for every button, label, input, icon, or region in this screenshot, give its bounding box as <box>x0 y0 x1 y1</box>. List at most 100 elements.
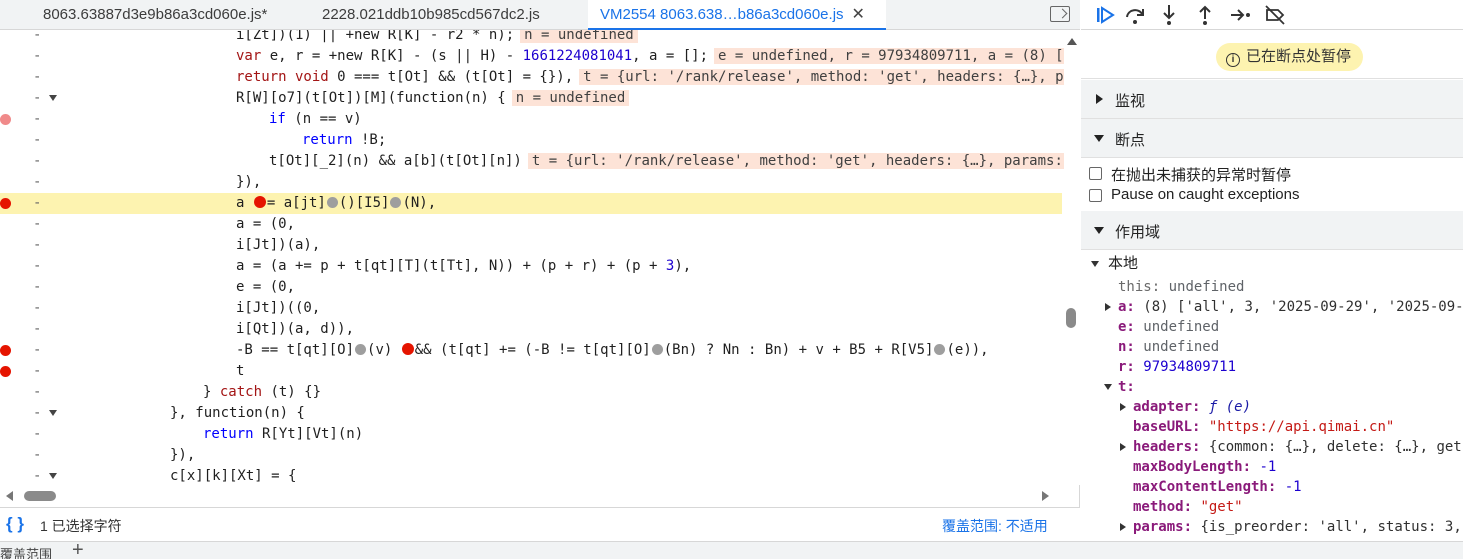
editor-status-bar: { } 1 已选择字符 覆盖范围: 不适用 <box>0 507 1080 541</box>
code-line: - } catch (t) {} <box>0 382 1062 403</box>
code-text: if (n == v) <box>269 111 362 127</box>
inline-breakpoint-icon[interactable] <box>401 343 414 355</box>
code-text: R[W][o7](t[Ot])[M](function(n) {n = unde… <box>236 88 630 109</box>
scope-prop-headers[interactable]: headers: {common: {…}, delete: {…}, get: <box>1120 437 1463 457</box>
inline-breakpoint-inactive-icon[interactable] <box>326 197 338 208</box>
code-line: - t[Ot][_2](n) && a[b](t[Ot][n]) t = {url… <box>0 151 1067 172</box>
inline-breakpoint-inactive-icon[interactable] <box>651 344 663 355</box>
conditional-breakpoint-marker[interactable] <box>0 114 11 125</box>
paused-text: 已在断点处暂停 <box>1246 48 1352 65</box>
gutter-dash: - <box>33 48 42 64</box>
selection-count: 1 已选择字符 <box>40 518 122 534</box>
breakpoint-marker[interactable] <box>0 345 11 356</box>
code-text: c[x][k][Xt] = { <box>170 468 297 484</box>
fold-toggle-icon[interactable] <box>49 473 57 479</box>
tab-label: 2228.021ddb10b985cd567dc2.js <box>322 6 540 23</box>
fold-toggle-icon[interactable] <box>49 95 57 101</box>
inline-breakpoint-icon[interactable] <box>253 196 266 208</box>
section-title: 断点 <box>1115 132 1146 149</box>
tab-vm2554[interactable]: VM2554 8063.638…b86a3cd060e.js ✕ <box>588 0 886 30</box>
inline-breakpoint-inactive-icon[interactable] <box>390 197 402 208</box>
horizontal-scrollbar[interactable] <box>0 485 1064 507</box>
scope-prop-baseurl[interactable]: baseURL: "https://api.qimai.cn" <box>1133 417 1394 437</box>
code-text: i[Jt])((0, <box>236 300 321 316</box>
fold-toggle-icon[interactable] <box>49 410 57 416</box>
editor-tabbar: 8063.63887d3e9b86a3cd060e.js* 2228.021dd… <box>0 0 1080 30</box>
breakpoint-marker[interactable] <box>0 198 11 209</box>
gutter-dash: - <box>33 447 42 463</box>
resume-icon[interactable] <box>1093 3 1117 27</box>
inline-breakpoint-inactive-icon[interactable] <box>934 344 946 355</box>
gutter-dash: - <box>33 279 42 295</box>
code-line: - i[Jt])(a), <box>0 235 1062 256</box>
code-text: i[Qt])(a, d)), <box>236 321 355 337</box>
scope-prop-maxbodylength[interactable]: maxBodyLength: -1 <box>1133 457 1276 477</box>
editor-pane: 8063.63887d3e9b86a3cd060e.js* 2228.021dd… <box>0 0 1080 541</box>
step-icon[interactable] <box>1228 3 1252 27</box>
scroll-left-icon[interactable] <box>6 491 13 501</box>
code-line: - a = (a += p + t[qt][T](t[Tt], N)) + (p… <box>0 256 1062 277</box>
scope-var-t[interactable]: t: <box>1104 377 1135 397</box>
pause-caught-checkbox[interactable] <box>1089 189 1102 202</box>
tab-label: 8063.63887d3e9b86a3cd060e.js* <box>43 6 268 23</box>
step-over-icon[interactable] <box>1123 3 1147 27</box>
code-text: return !B; <box>302 132 387 148</box>
drawer-tab-coverage[interactable]: 覆盖范围 <box>0 544 52 559</box>
pause-uncaught-checkbox-row[interactable]: 在抛出未捕获的异常时暂停 <box>1089 163 1459 185</box>
gutter-dash: - <box>33 258 42 274</box>
coverage-link[interactable]: 覆盖范围: 不适用 <box>942 516 1048 536</box>
scope-var-a[interactable]: a: (8) ['all', 3, '2025-09-29', '2025-09… <box>1105 297 1463 317</box>
gutter-dash: - <box>33 237 42 253</box>
code-line: - i[Jt])((0, <box>0 298 1062 319</box>
code-line: - i[Qt])(a, d)), <box>0 319 1062 340</box>
scope-local-label: 本地 <box>1108 255 1139 272</box>
section-breakpoints[interactable]: 断点 <box>1081 119 1463 158</box>
gutter-dash: - <box>33 321 42 337</box>
scope-var-r[interactable]: r: 97934809711 <box>1118 357 1236 377</box>
checkbox-label: 在抛出未捕获的异常时暂停 <box>1111 167 1292 184</box>
code-text: }), <box>236 174 262 190</box>
section-title: 作用域 <box>1115 224 1161 241</box>
pause-uncaught-checkbox[interactable] <box>1089 167 1102 180</box>
code-text: } catch (t) {} <box>203 384 322 400</box>
vertical-scrollbar[interactable] <box>1064 30 1080 485</box>
gutter-dash: - <box>33 69 42 85</box>
scope-prop-adapter[interactable]: adapter: ƒ (e) <box>1120 397 1251 417</box>
deactivate-breakpoints-icon[interactable] <box>1263 3 1287 27</box>
gutter-dash: - <box>33 132 42 148</box>
scope-prop-method[interactable]: method: "get" <box>1133 497 1243 517</box>
scrollbar-thumb[interactable] <box>1066 308 1076 328</box>
scrollbar-thumb[interactable] <box>24 491 56 501</box>
toggle-sidebar-icon[interactable] <box>1050 6 1070 22</box>
scroll-right-icon[interactable] <box>1042 491 1049 501</box>
step-out-icon[interactable] <box>1193 3 1217 27</box>
tab-8063-js[interactable]: 8063.63887d3e9b86a3cd060e.js* <box>43 0 303 30</box>
pretty-print-icon[interactable]: { } <box>6 514 24 534</box>
breakpoint-marker[interactable] <box>0 366 11 377</box>
gutter-dash: - <box>33 426 42 442</box>
code-line: - c[x][k][Xt] = { <box>0 466 1062 485</box>
section-scope[interactable]: 作用域 <box>1081 211 1463 250</box>
scope-prop-params[interactable]: params: {is_preorder: 'all', status: 3, <box>1120 517 1462 537</box>
scroll-up-icon[interactable] <box>1067 38 1077 45</box>
close-icon[interactable]: ✕ <box>852 0 865 30</box>
section-watch[interactable]: 监视 <box>1081 80 1463 119</box>
collapse-arrow-icon <box>1104 384 1112 390</box>
code-line: - if (n == v) <box>0 109 1062 130</box>
inline-value: n = undefined <box>520 30 638 43</box>
tab-2228-js[interactable]: 2228.021ddb10b985cd567dc2.js <box>322 0 572 30</box>
gutter-dash: - <box>33 405 42 421</box>
scope-prop-maxcontentlength[interactable]: maxContentLength: -1 <box>1133 477 1302 497</box>
code-editor[interactable]: - i[Zt])(1) || +new R[K] - r2 * n); n = u… <box>0 30 1080 485</box>
code-line: - }, function(n) { <box>0 403 1062 424</box>
code-text: t <box>236 363 245 379</box>
pause-caught-checkbox-row[interactable]: Pause on caught exceptions <box>1089 185 1459 207</box>
code-line: - R[W][o7](t[Ot])[M](function(n) {n = un… <box>0 88 1062 109</box>
inline-breakpoint-inactive-icon[interactable] <box>355 344 367 355</box>
code-text: }, function(n) { <box>170 405 305 421</box>
step-into-icon[interactable] <box>1157 3 1181 27</box>
scope-var-e[interactable]: e: undefined <box>1118 317 1219 337</box>
add-tab-icon[interactable]: + <box>72 539 84 559</box>
scope-var-n[interactable]: n: undefined <box>1118 337 1219 357</box>
scope-var-this[interactable]: this: undefined <box>1118 277 1244 297</box>
